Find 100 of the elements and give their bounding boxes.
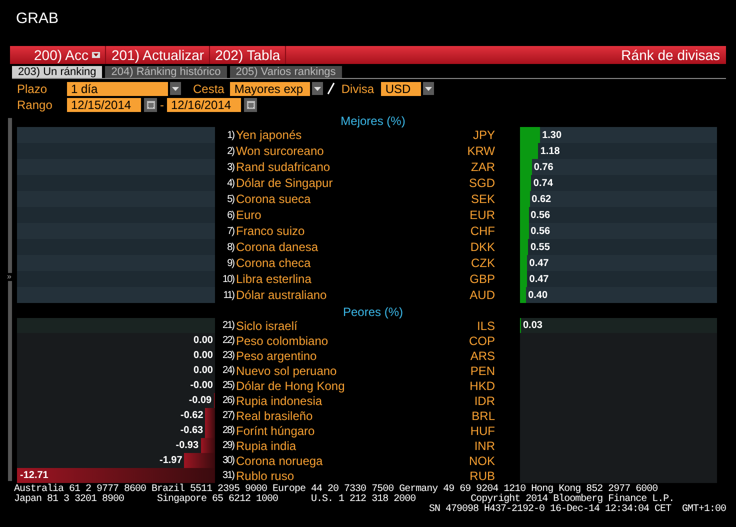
section-heading: Mejores (%) (340, 113, 406, 127)
footer-text: Japan 81 3 3201 8900 Singapore 65 6212 1000 U.S. 1 212 318 2000 Copyright 2014 Bloomberg Finance L.P. (14, 494, 674, 505)
pencil-icon[interactable] (327, 82, 336, 95)
currency-code: AUD (470, 287, 495, 304)
field-label: Rango (17, 96, 54, 114)
rank-number: 28) (222, 424, 234, 438)
tab[interactable]: 203) Un ránking (12, 66, 102, 78)
currency-code: RUB (470, 468, 495, 484)
value-label: 1.18 (539, 144, 560, 158)
currency-name[interactable]: Rand sudafricano (236, 158, 330, 176)
rank-number: 10) (222, 272, 234, 286)
dropdown-button[interactable] (423, 82, 434, 95)
menu-button[interactable]: 201) Actualizar (106, 46, 210, 64)
currency-name[interactable]: Peso colombiano (236, 332, 328, 350)
rank-number: 4) (226, 176, 234, 190)
rank-number: 23) (222, 349, 234, 363)
currency-name[interactable]: Forínt húngaro (236, 422, 315, 440)
rank-number: 22) (222, 334, 234, 348)
menu-button[interactable]: 202) Tabla (210, 46, 286, 64)
panel-toggle[interactable]: » (6, 273, 12, 281)
rank-number: 21) (222, 319, 234, 333)
input-field[interactable]: 12/15/2014 (67, 98, 141, 112)
currency-code: NOK (468, 452, 495, 470)
currency-code: SGD (468, 175, 495, 192)
rank-number: 3) (226, 160, 234, 174)
currency-name[interactable]: Real brasileño (236, 406, 313, 424)
value-label: 0.00 (194, 349, 214, 363)
currency-code: SEK (470, 191, 495, 208)
rank-number: 31) (222, 469, 234, 483)
value-label: -0.63 (180, 424, 204, 438)
currency-code: INR (474, 438, 495, 454)
value-label: 0.47 (528, 256, 549, 270)
menu-button[interactable]: 200) Acc (10, 46, 106, 64)
currency-name[interactable]: Franco suizo (236, 222, 305, 240)
currency-name[interactable]: Rublo ruso (236, 466, 294, 484)
input-field[interactable]: USD (381, 82, 422, 96)
rank-number: 25) (222, 379, 234, 393)
currency-code: COP (468, 332, 495, 350)
value-label: 0.47 (528, 272, 549, 286)
value-label: 0.74 (532, 176, 553, 190)
value-label: -0.00 (190, 379, 214, 393)
currency-code: ARS (470, 348, 495, 364)
currency-code: BRL (472, 408, 495, 424)
currency-name[interactable]: Yen japonés (236, 126, 302, 144)
currency-name[interactable]: Won surcoreano (236, 142, 324, 160)
currency-code: PEN (470, 362, 495, 380)
range-separator: - (160, 96, 164, 114)
footer-text: Australia 61 2 9777 8600 Brazil 5511 2395 9000 Europe 44 20 7330 7500 Germany 49 69 9204 1210 Hong Kong 852 2977 6000 (14, 484, 658, 495)
currency-name[interactable]: Corona sueca (236, 190, 311, 208)
input-field[interactable]: Mayores exp (230, 82, 310, 96)
tab[interactable]: 205) Varios rankings (230, 66, 342, 78)
currency-name[interactable]: Corona danesa (236, 238, 318, 256)
rank-number: 11) (222, 288, 234, 302)
field-label: Cesta (193, 80, 224, 98)
rank-number: 6) (226, 208, 234, 222)
currency-code: JPY (472, 127, 495, 144)
field-label: Divisa (341, 80, 376, 98)
currency-name[interactable]: Rupia india (236, 436, 296, 454)
rank-number: 7) (226, 224, 234, 238)
currency-name[interactable]: Nuevo sol peruano (236, 362, 337, 380)
currency-name[interactable]: Peso argentino (236, 346, 317, 364)
currency-name[interactable]: Dólar de Hong Kong (236, 376, 345, 394)
rank-number: 27) (222, 409, 234, 423)
rank-number: 1) (226, 128, 234, 142)
calendar-button[interactable] (244, 98, 257, 112)
menu-title: Ránk de divisas (621, 46, 720, 64)
value-label: -0.09 (188, 394, 213, 408)
input-field[interactable]: 1 día (67, 82, 168, 96)
currency-name[interactable]: Corona noruega (236, 452, 323, 470)
currency-code: ZAR (471, 159, 495, 176)
input-field[interactable]: 12/16/2014 (167, 98, 241, 112)
calendar-icon (246, 100, 254, 108)
rank-number: 2) (226, 144, 234, 158)
currency-code: HUF (470, 422, 495, 440)
section-heading: Peores (%) (342, 304, 404, 318)
value-label: 0.76 (532, 160, 554, 174)
currency-name[interactable]: Euro (236, 206, 262, 224)
currency-code: HKD (470, 378, 495, 394)
caret-icon (314, 86, 322, 90)
value-label: 0.55 (529, 240, 550, 254)
currency-name[interactable]: Corona checa (236, 254, 311, 272)
currency-name[interactable]: Dólar australiano (236, 286, 327, 304)
tab[interactable]: 204) Ránking histórico (105, 66, 227, 78)
calendar-icon (146, 100, 154, 108)
dropdown-button[interactable] (312, 82, 324, 95)
currency-name[interactable]: Siclo israelí (236, 316, 298, 334)
value-label: -1.97 (160, 454, 184, 468)
currency-code: CHF (470, 223, 495, 240)
value-label: 0.00 (194, 334, 214, 348)
currency-name[interactable]: Libra esterlina (236, 270, 312, 288)
window-title: GRAB (16, 10, 59, 27)
currency-name[interactable]: Rupia indonesia (236, 392, 322, 410)
calendar-button[interactable] (144, 98, 157, 112)
value-label: -12.71 (19, 469, 50, 483)
value-label: 0.00 (194, 364, 214, 378)
field-label: Plazo (17, 80, 48, 98)
rank-number: 8) (226, 240, 234, 254)
currency-name[interactable]: Dólar de Singapur (236, 174, 333, 192)
caret-icon (425, 86, 432, 90)
value-label: 0.56 (530, 224, 550, 238)
